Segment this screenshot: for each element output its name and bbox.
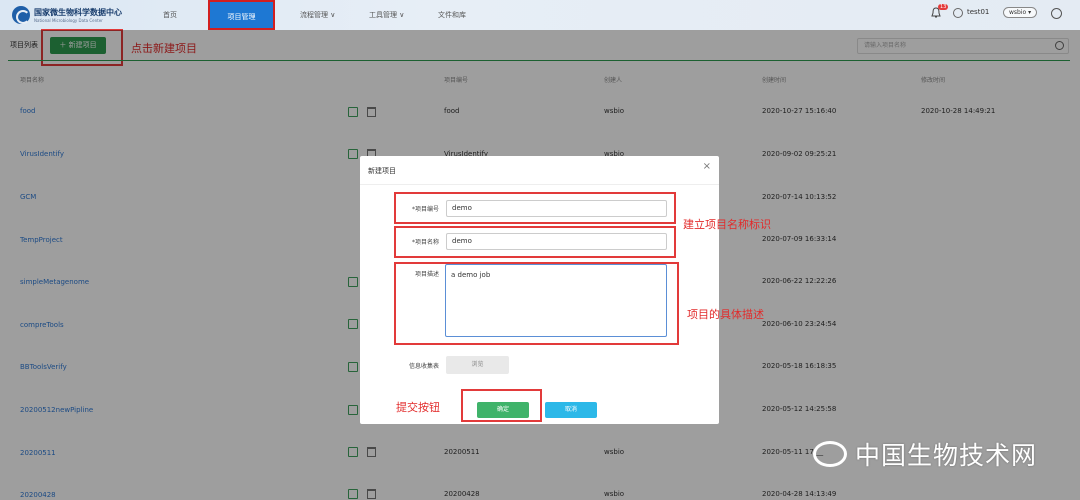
wechat-icon [813,441,847,467]
info-form-label: 信息收集表 [408,363,439,370]
watermark: 中国生物技术网 [813,436,1037,472]
nav-home[interactable]: 首页 [163,0,177,30]
annotation-create-name: 建立项目名称标识 [683,218,771,231]
nav-project-management[interactable]: 项目管理 [208,0,275,30]
namespace-select[interactable]: wsbio ▾ [1003,7,1038,18]
divider [360,184,719,185]
nav-files[interactable]: 文件和库 [438,0,466,30]
logo-icon [12,6,30,24]
nav-tool-management[interactable]: 工具管理 ∨ [369,0,404,30]
logo-subtitle: National Microbiology Data Center [34,18,103,23]
site-logo[interactable]: 国家微生物科学数据中心 National Microbiology Data C… [12,6,122,24]
annotation-box-submit [461,389,542,422]
username[interactable]: test01 [967,8,989,16]
close-icon[interactable]: × [703,161,711,172]
annotation-describe: 项目的具体描述 [687,308,764,321]
user-icon [953,8,963,18]
annotation-box-name [394,226,676,258]
browse-button[interactable]: 浏览 [446,356,509,374]
cancel-button[interactable]: 取消 [545,402,597,418]
power-icon[interactable] [1051,8,1062,19]
nav-pipeline-management[interactable]: 流程管理 ∨ [300,0,335,30]
top-nav-bar: 国家微生物科学数据中心 National Microbiology Data C… [0,0,1080,30]
annotation-submit: 提交按钮 [396,401,440,414]
logo-title: 国家微生物科学数据中心 [34,8,122,17]
notification-badge: 13 [938,4,949,10]
annotation-box-code [394,192,676,224]
dialog-title: 新建项目 [368,167,396,175]
annotation-box-description [394,262,679,345]
watermark-text: 中国生物技术网 [855,441,1038,470]
